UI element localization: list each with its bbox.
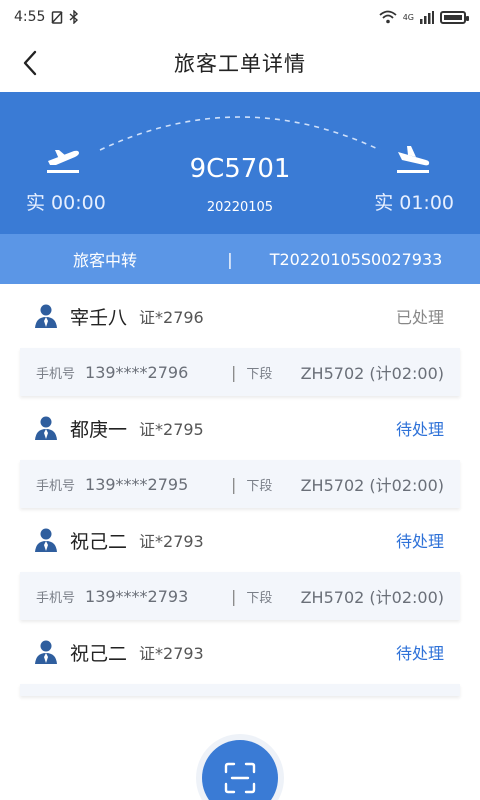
network-type: 4G <box>402 12 414 22</box>
phone-label: 手机号 <box>36 590 76 606</box>
passenger-detail: 手机号 139****2796 | 下段 ZH5702 (计02:00) <box>20 348 460 396</box>
passenger-status[interactable]: 待处理 <box>396 416 444 440</box>
passenger-name: 宰壬八 <box>70 306 128 329</box>
segment-label: 下段 <box>246 590 273 606</box>
status-bar: 4:55 4G <box>0 0 480 34</box>
bluetooth-icon <box>69 10 79 24</box>
segment-label: 下段 <box>246 478 273 494</box>
next-flight: ZH5702 (计02:00) <box>300 588 444 607</box>
divider: | <box>231 362 237 382</box>
passenger-status[interactable]: 待处理 <box>396 640 444 664</box>
passenger-cert: 证*2793 <box>139 644 204 663</box>
header: 旅客工单详情 <box>0 34 480 92</box>
person-icon <box>35 416 57 440</box>
scan-icon <box>224 762 256 794</box>
passenger-header[interactable]: 都庚一 证*2795 待处理 <box>20 396 460 460</box>
passenger-card[interactable]: 祝己二 证*2793 待处理 手机号 139****2793 | 下段 ZH57… <box>20 508 460 620</box>
do-not-disturb-icon <box>51 10 63 24</box>
passenger-header[interactable]: 祝己二 证*2793 待处理 <box>20 508 460 572</box>
page-title: 旅客工单详情 <box>174 52 306 76</box>
next-flight: ZH5702 (计02:00) <box>300 476 444 495</box>
passenger-card[interactable]: 祝己二 证*2793 待处理 <box>20 620 460 696</box>
passenger-list: 宰壬八 证*2796 已处理 手机号 139****2796 | 下段 ZH57… <box>0 284 480 696</box>
arrival-time: 实 01:00 <box>374 192 454 214</box>
order-info-bar: 旅客中转 | T20220105S0027933 <box>0 234 480 284</box>
signal-icon <box>420 10 434 24</box>
order-type: 旅客中转 <box>72 251 137 270</box>
passenger-detail: 手机号 139****2793 | 下段 ZH5702 (计02:00) <box>20 572 460 620</box>
passenger-status: 已处理 <box>395 308 444 327</box>
phone-label: 手机号 <box>36 478 76 494</box>
passenger-card[interactable]: 都庚一 证*2795 待处理 手机号 139****2795 | 下段 ZH57… <box>20 396 460 508</box>
passenger-cert: 证*2795 <box>139 420 204 439</box>
passenger-name: 祝己二 <box>70 642 128 665</box>
person-icon <box>35 640 57 664</box>
passenger-name: 祝己二 <box>70 530 128 553</box>
segment-label: 下段 <box>246 366 273 382</box>
scan-button[interactable] <box>202 740 278 800</box>
phone-number: 139****2796 <box>85 362 189 382</box>
phone-label: 手机号 <box>36 366 76 382</box>
passenger-header[interactable]: 宰壬八 证*2796 已处理 <box>20 284 460 348</box>
order-number: T20220105S0027933 <box>269 249 443 269</box>
phone-number: 139****2793 <box>85 586 189 606</box>
next-flight: ZH5702 (计02:00) <box>300 364 444 383</box>
flight-banner: 实 00:00 9C5701 20220105 实 01:00 <box>0 92 480 234</box>
back-button[interactable] <box>10 43 50 83</box>
order-separator: | <box>227 249 233 269</box>
person-icon <box>35 304 57 328</box>
passenger-card[interactable]: 宰壬八 证*2796 已处理 手机号 139****2796 | 下段 ZH57… <box>20 284 460 396</box>
passenger-name: 都庚一 <box>70 418 128 441</box>
divider: | <box>231 586 237 606</box>
status-time: 4:55 <box>14 9 46 25</box>
person-icon <box>35 528 57 552</box>
passenger-detail <box>20 684 460 696</box>
passenger-status[interactable]: 待处理 <box>396 528 444 552</box>
flight-number: 9C5701 <box>189 154 291 184</box>
divider: | <box>231 474 237 494</box>
passenger-cert: 证*2793 <box>139 532 204 551</box>
wifi-icon <box>379 10 397 24</box>
passenger-cert: 证*2796 <box>139 308 204 327</box>
passenger-header[interactable]: 祝己二 证*2793 待处理 <box>20 620 460 684</box>
phone-number: 139****2795 <box>85 474 189 494</box>
battery-icon <box>440 10 469 24</box>
chevron-left-icon <box>23 50 37 76</box>
passenger-detail: 手机号 139****2795 | 下段 ZH5702 (计02:00) <box>20 460 460 508</box>
